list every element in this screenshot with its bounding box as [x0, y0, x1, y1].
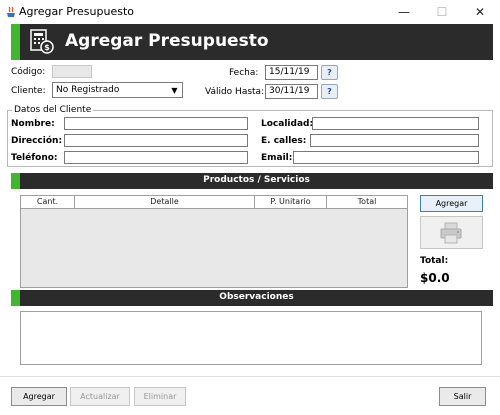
agregar-button[interactable]: Agregar — [11, 387, 67, 406]
column-header-detalle[interactable]: Detalle — [75, 196, 255, 209]
total-value: $0.0 — [420, 271, 450, 285]
observaciones-textarea[interactable] — [20, 311, 482, 365]
column-header-cant[interactable]: Cant. — [21, 196, 75, 209]
fecha-field[interactable]: 15/11/19 — [265, 65, 318, 80]
direccion-field[interactable] — [64, 134, 248, 147]
entre-calles-field[interactable] — [310, 134, 479, 147]
svg-text:$: $ — [44, 43, 50, 52]
header-banner: $ Agregar Presupuesto — [11, 24, 493, 60]
calculator-invoice-icon: $ — [30, 29, 54, 54]
window-titlebar: Agregar Presupuesto — ☐ ✕ — [0, 0, 500, 24]
maximize-button[interactable]: ☐ — [427, 0, 457, 24]
printer-icon — [440, 222, 461, 243]
localidad-label: Localidad: — [261, 119, 314, 129]
valido-hasta-label: Válido Hasta: — [205, 87, 265, 97]
productos-title: Productos / Servicios — [203, 175, 310, 185]
chevron-down-icon[interactable]: ▼ — [168, 84, 181, 96]
fecha-label: Fecha: — [229, 68, 259, 78]
codigo-label: Código: — [11, 67, 46, 77]
cliente-select[interactable]: No Registrado ▼ — [52, 82, 183, 98]
email-field[interactable] — [293, 151, 479, 164]
window-title: Agregar Presupuesto — [19, 5, 134, 18]
column-header-total[interactable]: Total — [327, 196, 407, 209]
actualizar-button[interactable]: Actualizar — [70, 387, 130, 406]
column-header-punitario[interactable]: P. Unitario — [255, 196, 327, 209]
minimize-button[interactable]: — — [389, 0, 419, 24]
table-header: Cant. Detalle P. Unitario Total — [21, 196, 407, 209]
total-label: Total: — [420, 256, 449, 266]
direccion-label: Dirección: — [11, 136, 63, 146]
telefono-field[interactable] — [64, 151, 248, 164]
observaciones-section-bar: Observaciones — [11, 290, 493, 306]
fecha-calendar-button[interactable]: ? — [321, 65, 338, 80]
eliminar-button[interactable]: Eliminar — [134, 387, 186, 406]
section-accent — [11, 290, 20, 306]
print-button[interactable] — [420, 216, 483, 249]
email-label: Email: — [261, 153, 293, 163]
header-accent — [11, 24, 20, 60]
valido-hasta-field[interactable]: 30/11/19 — [265, 84, 318, 99]
entre-calles-label: E. calles: — [261, 136, 307, 146]
localidad-field[interactable] — [312, 117, 479, 130]
telefono-label: Teléfono: — [11, 153, 58, 163]
footer-divider — [0, 376, 500, 377]
nombre-label: Nombre: — [11, 119, 55, 129]
cliente-selected-value: No Registrado — [56, 85, 120, 95]
section-accent — [11, 173, 20, 189]
agregar-producto-button[interactable]: Agregar — [420, 195, 483, 212]
codigo-field — [52, 65, 92, 78]
close-button[interactable]: ✕ — [465, 0, 495, 24]
page-title: Agregar Presupuesto — [65, 31, 269, 51]
nombre-field[interactable] — [64, 117, 248, 130]
cliente-label: Cliente: — [11, 86, 46, 96]
productos-table[interactable]: Cant. Detalle P. Unitario Total — [20, 195, 408, 288]
productos-section-bar: Productos / Servicios — [11, 173, 493, 189]
observaciones-title: Observaciones — [219, 292, 294, 302]
salir-button[interactable]: Salir — [439, 387, 486, 406]
valido-calendar-button[interactable]: ? — [321, 84, 338, 99]
java-app-icon — [7, 6, 15, 17]
group-title: Datos del Cliente — [12, 105, 94, 115]
